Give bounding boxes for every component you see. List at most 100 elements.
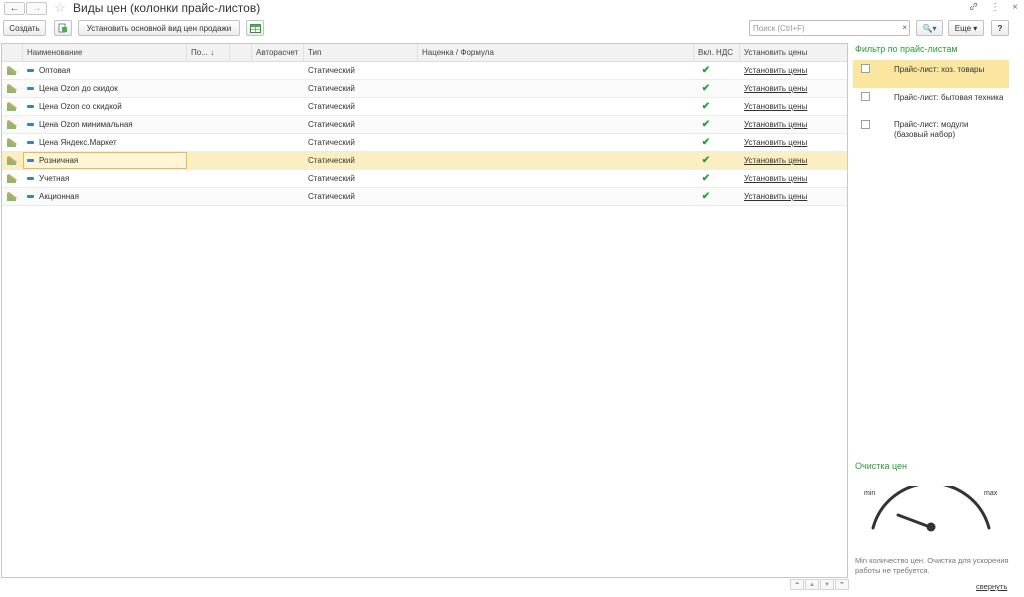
copy-document-button[interactable]: [54, 20, 72, 36]
page-title: Виды цен (колонки прайс-листов): [73, 1, 261, 15]
window-controls: ⋮ ×: [969, 2, 1018, 14]
checkmark-icon: ✔: [701, 101, 711, 112]
table-row[interactable]: Цена Ozon до скидок Статический ✔ Устано…: [2, 80, 847, 98]
set-prices-link[interactable]: Установить цены: [744, 98, 807, 115]
column-header-formula[interactable]: Наценка / Формула: [418, 44, 694, 61]
row-type: Статический: [308, 84, 355, 93]
title-bar: ← → ☆ Виды цен (колонки прайс-листов) ⋮ …: [0, 0, 1024, 17]
help-button[interactable]: ?: [991, 20, 1009, 36]
search-button[interactable]: 🔍▾: [916, 20, 943, 36]
checkmark-icon: ✔: [701, 137, 711, 148]
scroll-up-button[interactable]: ▲: [805, 579, 819, 590]
search-icon: 🔍▾: [922, 23, 937, 33]
item-marker-icon: [27, 87, 34, 90]
clear-search-icon[interactable]: ×: [902, 23, 907, 32]
set-prices-link[interactable]: Установить цены: [744, 188, 807, 205]
item-marker-icon: [27, 177, 34, 180]
more-button[interactable]: Еще ▾: [948, 20, 984, 36]
link-icon[interactable]: [969, 2, 978, 14]
item-marker-icon: [27, 195, 34, 198]
checkmark-icon: ✔: [701, 191, 711, 202]
set-prices-link[interactable]: Установить цены: [744, 170, 807, 187]
checkmark-icon: ✔: [701, 119, 711, 130]
arrow-left-icon: ←: [9, 3, 20, 14]
close-icon[interactable]: ×: [1012, 2, 1018, 14]
table-scroll-controls: ⏶ ▲ ▼ ⏷: [790, 579, 849, 590]
set-prices-link[interactable]: Установить цены: [744, 152, 807, 169]
column-header-name[interactable]: Наименование: [23, 44, 187, 61]
filter-item[interactable]: Прайс-лист: модули (базовый набор): [853, 116, 1009, 144]
price-type-icon: [6, 188, 20, 205]
price-type-icon: [6, 170, 20, 187]
filter-checkbox[interactable]: [861, 64, 870, 73]
document-green-icon: [58, 23, 67, 33]
table-row-selected[interactable]: Розничная Статический ✔ Установить цены: [2, 152, 847, 170]
row-name: Цена Ozon минимальная: [27, 116, 187, 133]
main-price-marker-icon: [27, 159, 34, 162]
filter-label: Прайс-лист: хоз. товары: [894, 65, 985, 74]
table-green-icon: [249, 23, 261, 33]
row-name: Акционная: [27, 188, 187, 205]
filter-checkbox[interactable]: [861, 92, 870, 101]
filter-label: Прайс-лист: бытовая техника: [894, 93, 1004, 102]
row-name: Оптовая: [27, 62, 187, 79]
filter-item[interactable]: Прайс-лист: хоз. товары: [853, 60, 1009, 88]
column-header-autocalc[interactable]: Авторасчет: [252, 44, 304, 61]
scroll-top-button[interactable]: ⏶: [790, 579, 804, 590]
row-name: Цена Яндекс.Маркет: [27, 134, 187, 151]
set-main-price-view-button[interactable]: Установить основной вид цен продажи: [78, 20, 240, 36]
price-type-icon: [6, 62, 20, 79]
row-type: Статический: [308, 156, 355, 165]
column-header-order[interactable]: По... ↓: [187, 44, 230, 61]
back-button[interactable]: ←: [4, 2, 25, 15]
checkmark-icon: ✔: [701, 65, 711, 76]
set-prices-link[interactable]: Установить цены: [744, 116, 807, 133]
checkmark-icon: ✔: [701, 173, 711, 184]
row-type: Статический: [308, 138, 355, 147]
column-header-empty[interactable]: [230, 44, 252, 61]
search-placeholder: Поиск (Ctrl+F): [753, 23, 805, 33]
filter-item[interactable]: Прайс-лист: бытовая техника: [853, 88, 1009, 116]
menu-icon[interactable]: ⋮: [990, 2, 1000, 14]
item-marker-icon: [27, 123, 34, 126]
column-header-type[interactable]: Тип: [304, 44, 418, 61]
filter-checkbox[interactable]: [861, 120, 870, 129]
table-row[interactable]: Цена Ozon со скидкой Статический ✔ Устан…: [2, 98, 847, 116]
gauge-needle: [896, 513, 932, 529]
forward-button[interactable]: →: [26, 2, 47, 15]
collapse-link[interactable]: свернуть: [976, 582, 1007, 591]
row-name: Учетная: [27, 170, 187, 187]
table-settings-button[interactable]: [246, 20, 264, 36]
filter-label: Прайс-лист: модули (базовый набор): [894, 120, 969, 139]
scroll-down-button[interactable]: ▼: [820, 579, 834, 590]
table-row[interactable]: Акционная Статический ✔ Установить цены: [2, 188, 847, 206]
row-name[interactable]: Розничная: [23, 152, 187, 169]
checkmark-icon: ✔: [701, 155, 711, 166]
price-type-icon: [6, 152, 20, 169]
price-types-table[interactable]: Наименование По... ↓ Авторасчет Тип Наце…: [1, 43, 848, 578]
price-type-icon: [6, 80, 20, 97]
gauge-pivot: [926, 522, 936, 532]
set-prices-link[interactable]: Установить цены: [744, 80, 807, 97]
scroll-bottom-button[interactable]: ⏷: [835, 579, 849, 590]
cleanup-note: Min количество цен. Очистка для ускорени…: [855, 556, 1009, 575]
set-prices-link[interactable]: Установить цены: [744, 134, 807, 151]
column-header-set-prices[interactable]: Установить цены: [740, 44, 847, 61]
set-prices-link[interactable]: Установить цены: [744, 62, 807, 79]
row-name: Цена Ozon со скидкой: [27, 98, 187, 115]
price-type-icon: [6, 134, 20, 151]
table-row[interactable]: Цена Ozon минимальная Статический ✔ Уста…: [2, 116, 847, 134]
row-type: Статический: [308, 174, 355, 183]
price-cleanup-title: Очистка цен: [855, 461, 908, 471]
column-header-icon: [2, 44, 23, 61]
search-input[interactable]: Поиск (Ctrl+F) ×: [749, 20, 910, 36]
table-header: Наименование По... ↓ Авторасчет Тип Наце…: [2, 44, 847, 62]
favorite-star-icon[interactable]: ☆: [54, 0, 66, 16]
column-header-vat[interactable]: Вкл. НДС: [694, 44, 740, 61]
table-row[interactable]: Цена Яндекс.Маркет Статический ✔ Установ…: [2, 134, 847, 152]
create-button[interactable]: Создать: [3, 20, 46, 36]
table-row[interactable]: Учетная Статический ✔ Установить цены: [2, 170, 847, 188]
table-row[interactable]: Оптовая Статический ✔ Установить цены: [2, 62, 847, 80]
item-marker-icon: [27, 141, 34, 144]
checkmark-icon: ✔: [701, 83, 711, 94]
